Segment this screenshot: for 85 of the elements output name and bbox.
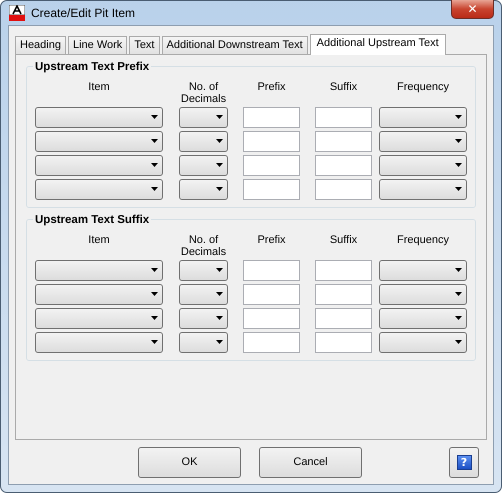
push-button[interactable]: OK [138, 446, 241, 478]
dropdown[interactable] [179, 154, 228, 176]
column-header: No. of Decimals [180, 234, 228, 258]
input-field[interactable] [315, 308, 372, 328]
input-field[interactable] [243, 332, 300, 352]
caret-icon [216, 187, 223, 191]
caret-icon [151, 340, 158, 344]
caret-icon [151, 316, 158, 320]
help-button[interactable]: ? [449, 446, 479, 478]
dropdown[interactable] [179, 308, 228, 328]
dropdown[interactable] [179, 284, 228, 304]
dropdown[interactable] [179, 178, 228, 200]
caret-icon [151, 292, 158, 296]
caret-icon [455, 292, 462, 296]
dropdown[interactable] [35, 308, 163, 328]
input-field[interactable] [243, 154, 300, 176]
caret-icon [455, 340, 462, 344]
caret-icon [216, 139, 223, 143]
dropdown[interactable] [379, 308, 467, 328]
caret-icon [455, 268, 462, 272]
dropdown[interactable] [379, 260, 467, 280]
dropdown[interactable] [379, 154, 467, 176]
caret-icon [216, 163, 223, 167]
caret-icon [455, 316, 462, 320]
input-field[interactable] [315, 106, 372, 128]
column-header: Prefix [256, 81, 287, 93]
input-field[interactable] [243, 284, 300, 304]
dropdown[interactable] [35, 284, 163, 304]
input-field[interactable] [243, 178, 300, 200]
column-header: Suffix [328, 81, 358, 93]
caret-icon [216, 292, 223, 296]
tab[interactable]: Line Work [68, 36, 128, 54]
caret-icon [455, 187, 462, 191]
tab[interactable]: Heading [15, 36, 66, 54]
caret-icon [216, 115, 223, 119]
tab[interactable]: Additional Downstream Text [162, 36, 308, 54]
column-header: Frequency [396, 234, 450, 246]
dropdown[interactable] [379, 130, 467, 152]
dropdown[interactable] [35, 106, 163, 128]
dropdown[interactable] [379, 106, 467, 128]
column-header: Item [87, 81, 111, 93]
input-field[interactable] [315, 260, 372, 280]
caret-icon [151, 163, 158, 167]
input-field[interactable] [243, 260, 300, 280]
input-field[interactable] [315, 154, 372, 176]
caret-icon [151, 268, 158, 272]
column-header: Prefix [256, 234, 287, 246]
input-field[interactable] [315, 178, 372, 200]
caret-icon [455, 163, 462, 167]
input-field[interactable] [315, 130, 372, 152]
caret-icon [216, 316, 223, 320]
input-field[interactable] [315, 284, 372, 304]
close-button[interactable]: ✕ [451, 0, 494, 19]
dropdown[interactable] [179, 130, 228, 152]
dropdown[interactable] [179, 260, 228, 280]
dropdown[interactable] [35, 154, 163, 176]
dropdown[interactable] [35, 332, 163, 352]
caret-icon [216, 268, 223, 272]
caret-icon [216, 340, 223, 344]
dropdown[interactable] [379, 178, 467, 200]
app-icon [9, 5, 25, 21]
input-field[interactable] [315, 332, 372, 352]
input-field[interactable] [243, 106, 300, 128]
column-header: No. of Decimals [180, 81, 228, 105]
tab[interactable]: Text [129, 36, 160, 54]
input-field[interactable] [243, 130, 300, 152]
column-header: Suffix [328, 234, 358, 246]
dropdown[interactable] [35, 130, 163, 152]
tab[interactable]: Additional Upstream Text [310, 34, 446, 55]
dropdown[interactable] [379, 284, 467, 304]
input-field[interactable] [243, 308, 300, 328]
caret-icon [455, 139, 462, 143]
dropdown[interactable] [379, 332, 467, 352]
dropdown[interactable] [35, 260, 163, 280]
push-button[interactable]: Cancel [259, 446, 362, 478]
caret-icon [151, 139, 158, 143]
dropdown[interactable] [179, 332, 228, 352]
caret-icon [455, 115, 462, 119]
column-header: Frequency [396, 81, 450, 93]
caret-icon [151, 115, 158, 119]
caret-icon [151, 187, 158, 191]
column-header: Item [87, 234, 111, 246]
dropdown[interactable] [179, 106, 228, 128]
dropdown[interactable] [35, 178, 163, 200]
window-title: Create/Edit Pit Item [31, 5, 136, 22]
